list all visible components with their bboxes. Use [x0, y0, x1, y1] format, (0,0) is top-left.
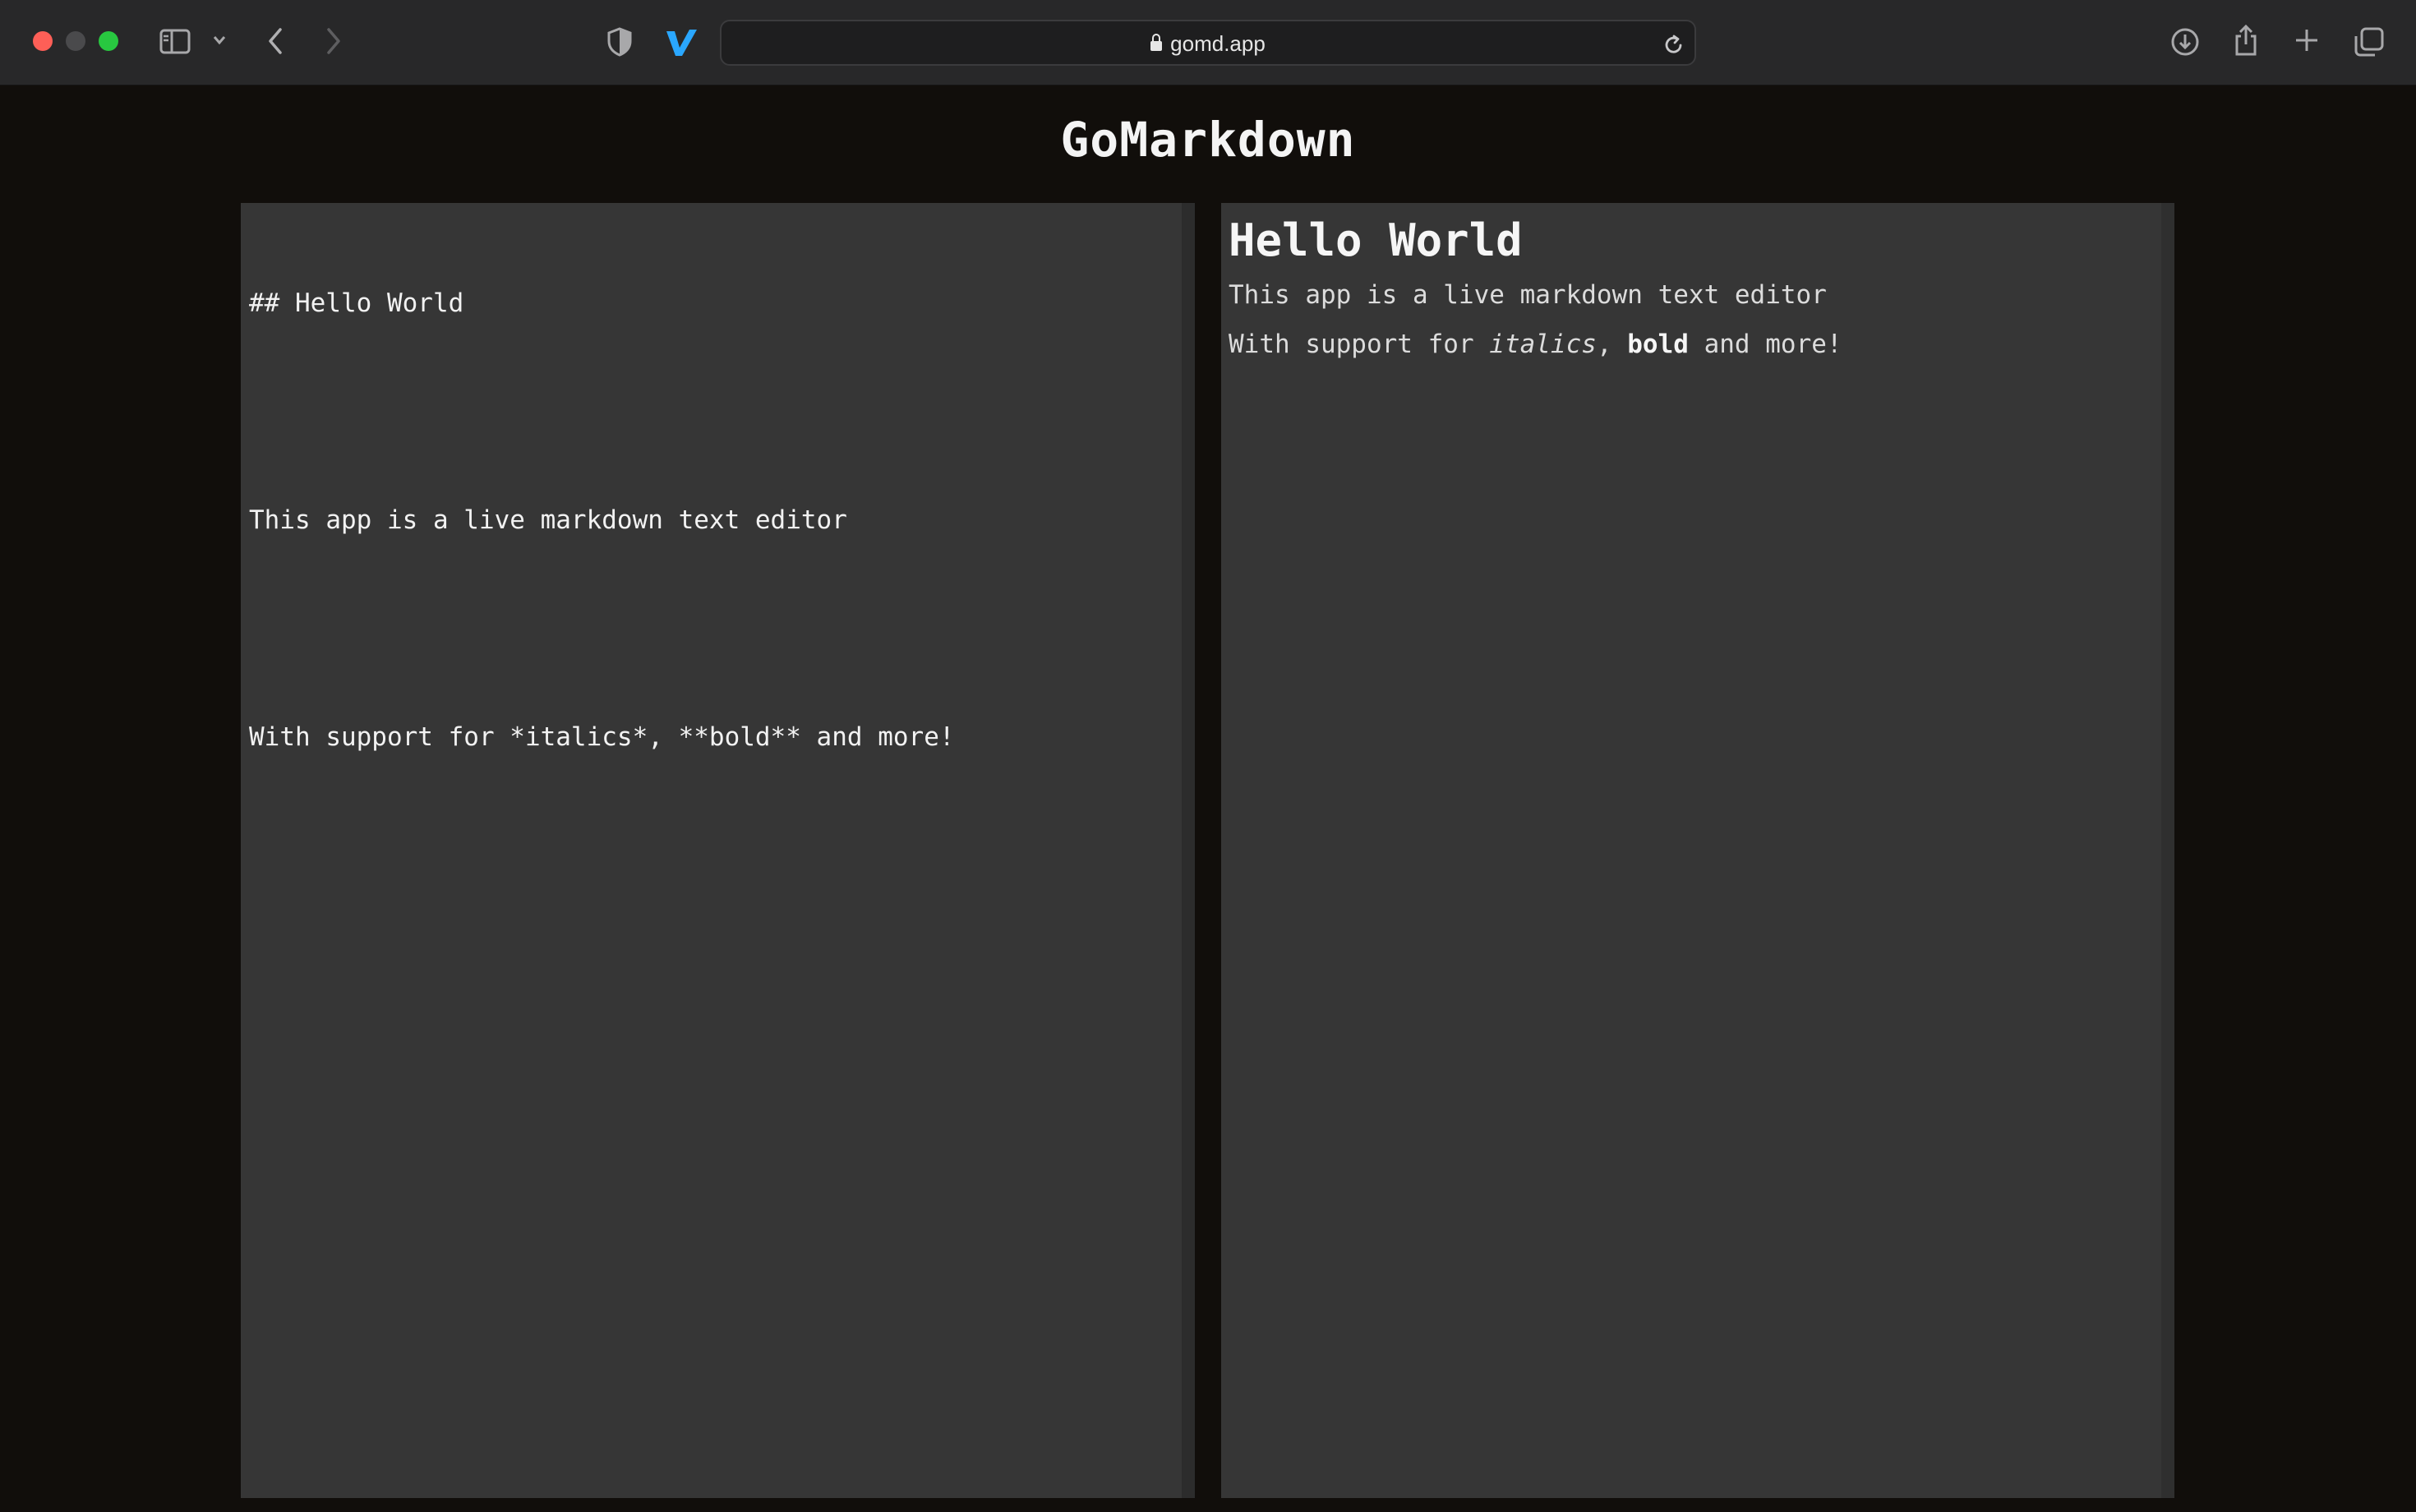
forward-icon[interactable]	[324, 26, 343, 56]
preview-bold-text: bold	[1627, 330, 1689, 359]
page-title: GoMarkdown	[1060, 112, 1356, 168]
markdown-editor[interactable]: ## Hello World This app is a live markdo…	[249, 213, 1169, 1487]
editor-scrollbar[interactable]	[1182, 203, 1195, 1498]
vercel-v-icon[interactable]	[664, 26, 699, 58]
preview-text: and more!	[1688, 330, 1842, 359]
markdown-preview-pane: Hello World This app is a live markdown …	[1221, 203, 2174, 1498]
minimize-window-button[interactable]	[66, 31, 85, 51]
close-window-button[interactable]	[33, 31, 53, 51]
plus-icon[interactable]	[2293, 26, 2321, 54]
chevron-down-icon[interactable]	[212, 35, 227, 46]
preview-italic-text: italics	[1489, 330, 1597, 359]
browser-toolbar: gomd.app	[0, 0, 2416, 85]
tabs-icon[interactable]	[2354, 26, 2385, 58]
share-icon[interactable]	[2232, 23, 2260, 58]
preview-paragraph: This app is a live markdown text editor	[1229, 280, 1827, 310]
preview-heading: Hello World	[1229, 214, 1523, 266]
sidebar-icon[interactable]	[159, 28, 192, 56]
back-icon[interactable]	[265, 26, 285, 56]
url-text: gomd.app	[1170, 31, 1266, 56]
preview-text: ,	[1596, 330, 1628, 359]
editor-line: ## Hello World	[249, 288, 464, 318]
shield-icon[interactable]	[606, 26, 633, 58]
maximize-window-button[interactable]	[99, 31, 118, 51]
address-bar[interactable]: gomd.app	[720, 20, 1696, 66]
markdown-editor-pane: ## Hello World This app is a live markdo…	[241, 203, 1195, 1498]
reload-icon[interactable]	[1663, 33, 1685, 56]
lock-icon	[1150, 34, 1163, 51]
download-icon[interactable]	[2169, 26, 2201, 58]
editor-line: This app is a live markdown text editor	[249, 505, 847, 535]
preview-paragraph: With support for italics, bold and more!	[1229, 328, 1842, 361]
preview-text: With support for	[1229, 330, 1490, 359]
preview-scrollbar[interactable]	[2161, 203, 2174, 1498]
editor-line: With support for *italics*, **bold** and…	[249, 722, 955, 752]
